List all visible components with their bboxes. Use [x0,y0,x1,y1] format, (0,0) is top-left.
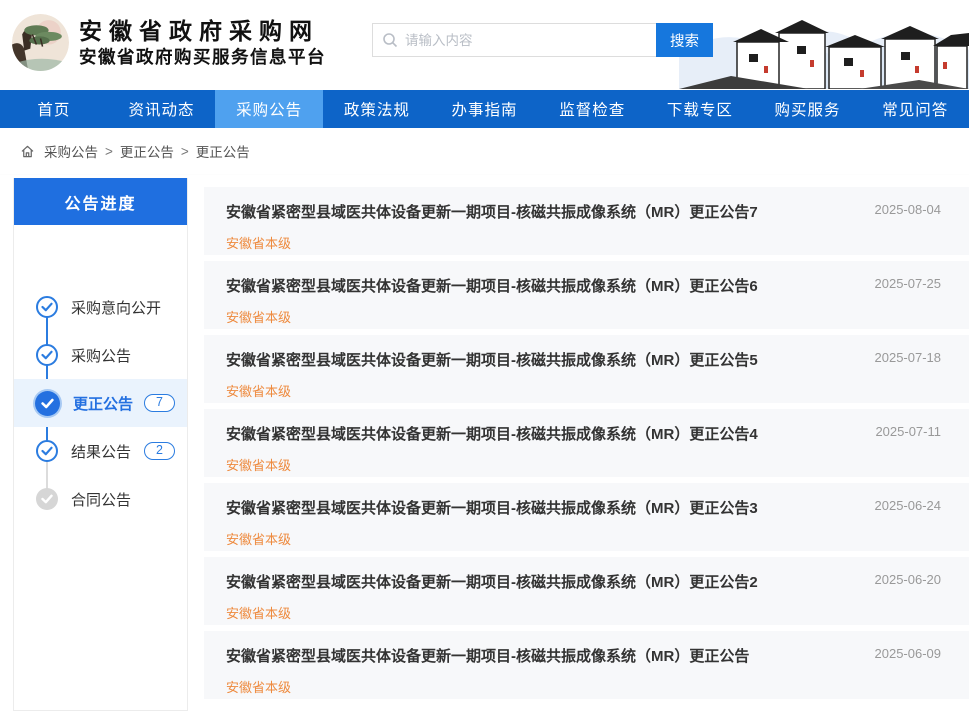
announcement-region-tag: 安徽省本级 [226,529,849,548]
site-subtitle: 安徽省政府购买服务信息平台 [79,45,326,69]
announcement-title[interactable]: 安徽省紧密型县域医共体设备更新一期项目-核磁共振成像系统（MR）更正公告3 [226,497,849,518]
progress-steps: 采购意向公开 采购公告 更正公告 7 结果公告 2 [14,225,187,523]
step-procurement-announcement[interactable]: 采购公告 [14,331,187,379]
nav-item-procurement-announcements[interactable]: 采购公告 [215,90,323,128]
announcement-region-tag: 安徽省本级 [226,233,849,252]
check-circle-gray-icon [36,488,58,510]
sidebar-title: 公告进度 [14,178,187,225]
step-label: 采购意向公开 [71,297,161,318]
announcement-date: 2025-07-11 [875,424,941,439]
step-label: 采购公告 [71,345,131,366]
announcement-region-tag: 安徽省本级 [226,455,849,474]
announcement-date: 2025-07-18 [875,350,942,365]
announcement-progress-panel: 公告进度 采购意向公开 采购公告 更正公告 7 [13,178,188,711]
announcement-title[interactable]: 安徽省紧密型县域医共体设备更新一期项目-核磁共振成像系统（MR）更正公告 [226,645,849,666]
search-button[interactable]: 搜索 [656,23,713,57]
announcement-date: 2025-07-25 [875,276,942,291]
nav-item-downloads[interactable]: 下载专区 [646,90,754,128]
announcement-region-tag: 安徽省本级 [226,603,849,622]
announcement-title[interactable]: 安徽省紧密型县域医共体设备更新一期项目-核磁共振成像系统（MR）更正公告7 [226,201,849,222]
step-count-badge: 2 [144,442,175,460]
step-label: 合同公告 [71,489,131,510]
announcement-row[interactable]: 安徽省紧密型县域医共体设备更新一期项目-核磁共振成像系统（MR）更正公告4 安徽… [204,409,969,477]
search-icon [382,32,398,48]
announcement-row[interactable]: 安徽省紧密型县域医共体设备更新一期项目-核磁共振成像系统（MR）更正公告5 安徽… [204,335,969,403]
brand-block: 安徽省政府采购网 安徽省政府购买服务信息平台 [79,17,326,69]
announcement-region-tag: 安徽省本级 [226,381,849,400]
step-procurement-intent[interactable]: 采购意向公开 [14,283,187,331]
nav-item-faq[interactable]: 常见问答 [861,90,969,128]
site-header: 安徽省政府采购网 安徽省政府购买服务信息平台 搜索 [0,0,969,90]
nav-item-policies[interactable]: 政策法规 [323,90,431,128]
breadcrumb-separator: > [181,144,189,159]
pine-tree-logo-icon [12,14,69,71]
announcement-row[interactable]: 安徽省紧密型县域医共体设备更新一期项目-核磁共振成像系统（MR）更正公告 安徽省… [204,631,969,699]
step-count-badge: 7 [144,394,175,412]
village-ink-painting [679,0,969,89]
main-nav: 首页 资讯动态 采购公告 政策法规 办事指南 监督检查 下载专区 购买服务 常见… [0,90,969,128]
announcement-row[interactable]: 安徽省紧密型县域医共体设备更新一期项目-核磁共振成像系统（MR）更正公告2 安徽… [204,557,969,625]
site-title: 安徽省政府采购网 [79,17,326,45]
step-label: 更正公告 [73,393,133,414]
search-bar: 搜索 [372,23,713,57]
step-label: 结果公告 [71,441,131,462]
step-contract-announcement[interactable]: 合同公告 [14,475,187,523]
announcement-date: 2025-06-09 [875,646,942,661]
announcement-date: 2025-08-04 [875,202,942,217]
check-circle-icon [36,440,58,462]
announcement-region-tag: 安徽省本级 [226,677,849,696]
breadcrumb-item-2[interactable]: 更正公告 [120,141,174,161]
check-circle-icon [36,296,58,318]
content-area: 公告进度 采购意向公开 采购公告 更正公告 7 [0,175,969,714]
nav-item-supervision[interactable]: 监督检查 [538,90,646,128]
nav-item-guide[interactable]: 办事指南 [431,90,539,128]
nav-item-home[interactable]: 首页 [0,90,108,128]
step-correction-announcement[interactable]: 更正公告 7 [14,379,187,427]
breadcrumb-item-1[interactable]: 采购公告 [44,141,98,161]
check-circle-filled-icon [35,391,60,416]
announcement-title[interactable]: 安徽省紧密型县域医共体设备更新一期项目-核磁共振成像系统（MR）更正公告6 [226,275,849,296]
announcement-list: 安徽省紧密型县域医共体设备更新一期项目-核磁共振成像系统（MR）更正公告7 安徽… [204,187,969,705]
site-logo[interactable] [12,14,69,71]
breadcrumb-item-3: 更正公告 [196,141,250,161]
announcement-row[interactable]: 安徽省紧密型县域医共体设备更新一期项目-核磁共振成像系统（MR）更正公告3 安徽… [204,483,969,551]
check-circle-icon [36,344,58,366]
announcement-date: 2025-06-20 [875,572,942,587]
announcement-title[interactable]: 安徽省紧密型县域医共体设备更新一期项目-核磁共振成像系统（MR）更正公告4 [226,423,849,444]
nav-item-news[interactable]: 资讯动态 [108,90,216,128]
home-icon[interactable] [20,144,35,159]
announcement-title[interactable]: 安徽省紧密型县域医共体设备更新一期项目-核磁共振成像系统（MR）更正公告2 [226,571,849,592]
announcement-row[interactable]: 安徽省紧密型县域医共体设备更新一期项目-核磁共振成像系统（MR）更正公告7 安徽… [204,187,969,255]
announcement-region-tag: 安徽省本级 [226,307,849,326]
announcement-row[interactable]: 安徽省紧密型县域医共体设备更新一期项目-核磁共振成像系统（MR）更正公告6 安徽… [204,261,969,329]
breadcrumb: 采购公告 > 更正公告 > 更正公告 [0,128,969,175]
breadcrumb-separator: > [105,144,113,159]
step-result-announcement[interactable]: 结果公告 2 [14,427,187,475]
announcement-date: 2025-06-24 [875,498,942,513]
nav-item-purchase-services[interactable]: 购买服务 [754,90,862,128]
announcement-title[interactable]: 安徽省紧密型县域医共体设备更新一期项目-核磁共振成像系统（MR）更正公告5 [226,349,849,370]
search-input[interactable] [372,23,656,57]
